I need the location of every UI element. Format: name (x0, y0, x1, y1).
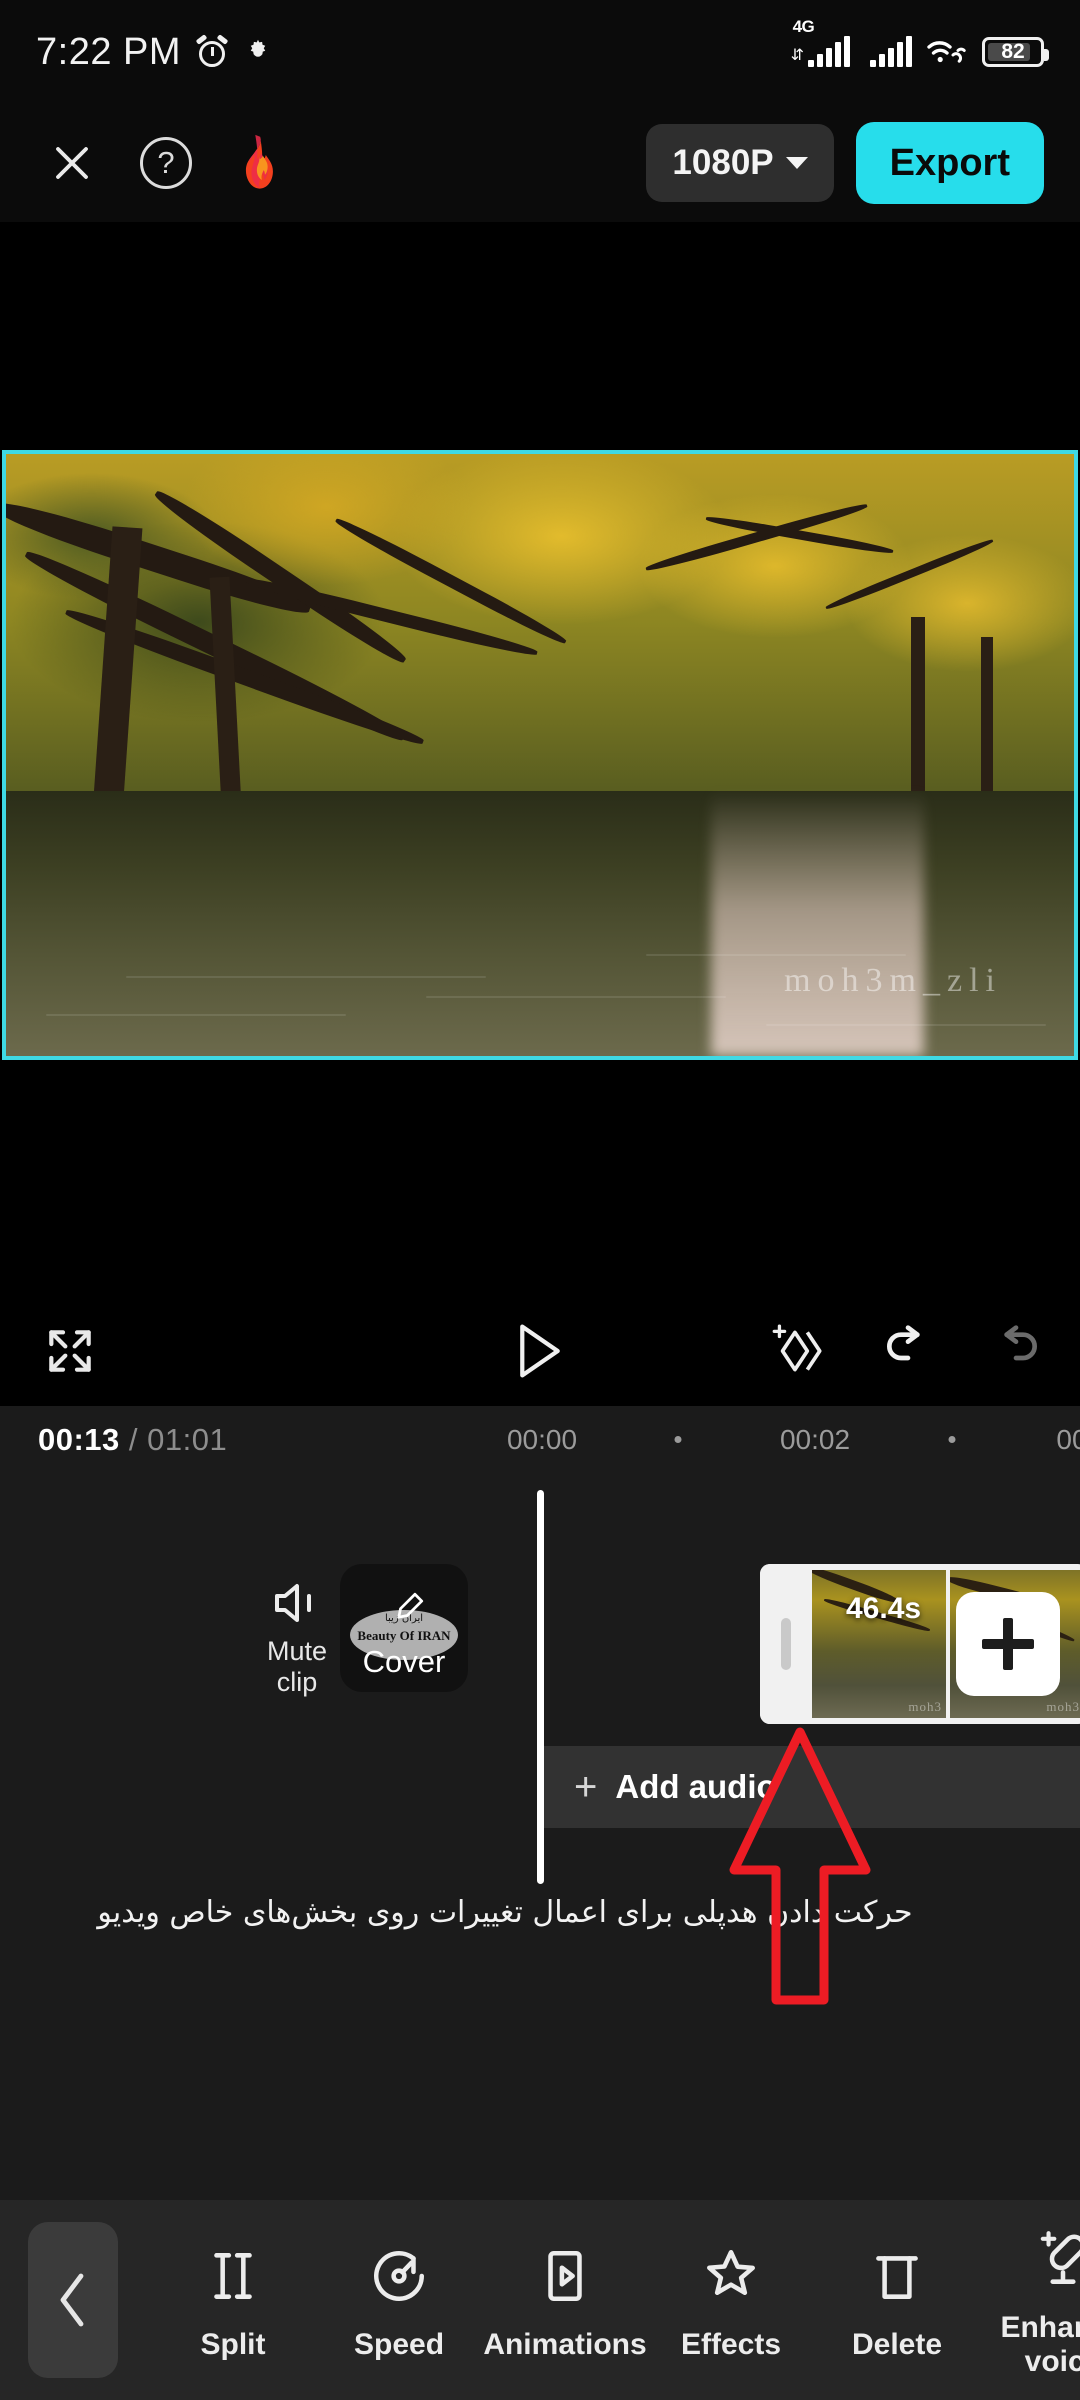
add-clip-button[interactable] (956, 1592, 1060, 1696)
cover-label: Cover (362, 1644, 446, 1679)
fullscreen-icon[interactable] (42, 1323, 98, 1379)
tool-label: Split (200, 2328, 266, 2362)
battery-level-label: 82 (1001, 40, 1025, 63)
plus-icon: + (574, 1765, 598, 1809)
video-clip-track[interactable]: moh3 moh3 moh3 46.4s (760, 1564, 1080, 1724)
data-transfer-icon: ⇵ (790, 47, 804, 64)
clip-trim-handle-left[interactable] (760, 1564, 812, 1724)
tool-label: Animations (483, 2328, 647, 2362)
tool-split[interactable]: Split (150, 2238, 316, 2362)
enhance-voice-icon (1030, 2221, 1080, 2297)
help-icon[interactable]: ? (140, 137, 192, 189)
tool-list: Split Speed Animations Effects Delete En… (150, 2200, 1080, 2400)
hint-arrow-icon (720, 1720, 880, 2010)
preview-stage: moh3m_zli (0, 222, 1080, 1408)
player-controls (0, 1296, 1080, 1406)
video-preview[interactable]: moh3m_zli (2, 450, 1078, 1060)
tool-label: Effects (680, 2328, 782, 2362)
play-icon[interactable] (511, 1320, 569, 1382)
timecode-display: 00:13 / 01:01 (38, 1422, 227, 1458)
ruler-tick-label: 00 (1056, 1424, 1080, 1455)
clip-frame-watermark: moh3 (1046, 1699, 1080, 1714)
split-icon (202, 2238, 264, 2314)
tool-animations[interactable]: Animations (482, 2238, 648, 2362)
ruler-tick-label: 00:00 (506, 1424, 578, 1455)
status-clock: 7:22 PM (36, 30, 182, 73)
timeline-ruler[interactable]: 00:13 / 01:01 00:00 00:02 00 (0, 1406, 1080, 1468)
delete-icon (866, 2238, 928, 2314)
resolution-label: 1080P (672, 143, 774, 182)
ruler-tick-dot (948, 1436, 956, 1443)
playhead[interactable] (537, 1490, 544, 1884)
speaker-icon (271, 1580, 323, 1626)
wifi-icon (926, 36, 968, 68)
total-time: 01:01 (147, 1422, 228, 1457)
clip-duration-label: 46.4s (846, 1592, 922, 1625)
video-watermark: moh3m_zli (784, 962, 1002, 999)
top-toolbar: ? 1080P Export (0, 104, 1080, 222)
tool-label: Speed (353, 2328, 445, 2362)
tool-enhance-voice[interactable]: Enhance voice (980, 2221, 1080, 2378)
add-keyframe-icon[interactable] (766, 1322, 828, 1380)
flame-icon[interactable] (236, 134, 280, 190)
top-toolbar-right: 1080P Export (646, 122, 1080, 204)
status-bar: 7:22 PM 4G ⇵ 82 (0, 0, 1080, 104)
battery-indicator: 82 (982, 37, 1049, 67)
water-reflection (710, 791, 925, 1056)
tool-speed[interactable]: Speed (316, 2238, 482, 2362)
bottom-toolbar: Split Speed Animations Effects Delete En… (0, 2200, 1080, 2400)
ruler-tick-label: 00:02 (779, 1424, 851, 1455)
top-toolbar-left: ? (0, 134, 280, 190)
tool-effects[interactable]: Effects (648, 2238, 814, 2362)
player-controls-right (766, 1322, 1044, 1380)
animations-icon (534, 2238, 596, 2314)
pencil-icon (392, 1590, 426, 1624)
video-canvas: moh3m_zli (6, 454, 1074, 1056)
current-time: 00:13 (38, 1422, 120, 1457)
status-bar-left: 7:22 PM (36, 31, 273, 74)
ruler-tick-dot (674, 1436, 682, 1443)
status-bar-right: 4G ⇵ 82 (790, 17, 1049, 68)
redo-icon[interactable] (988, 1323, 1044, 1379)
close-icon[interactable] (48, 139, 96, 187)
clip-frame-watermark: moh3 (908, 1699, 942, 1714)
network-type-label: 4G (792, 17, 815, 36)
time-separator: / (119, 1422, 148, 1457)
timeline-panel: 00:13 / 01:01 00:00 00:02 00 Mute clip ای… (0, 1406, 1080, 2216)
back-button[interactable] (28, 2222, 118, 2378)
speed-icon (368, 2238, 430, 2314)
gear-icon (243, 37, 273, 67)
alarm-icon (195, 34, 229, 69)
cover-badge-en: Beauty Of IRAN (357, 1628, 451, 1643)
mute-clip-label: Mute clip (266, 1636, 328, 1698)
undo-icon[interactable] (880, 1323, 936, 1379)
export-button[interactable]: Export (855, 122, 1044, 204)
cover-button[interactable]: ایران زیبا Beauty Of IRAN Cover (340, 1564, 468, 1692)
cellular-signal-icon: 4G ⇵ (790, 17, 912, 67)
chevron-left-icon (51, 2270, 95, 2330)
effects-icon (700, 2238, 762, 2314)
tool-label: Delete (851, 2328, 943, 2362)
chevron-down-icon (785, 157, 808, 169)
resolution-selector[interactable]: 1080P (646, 124, 834, 202)
tool-label: Enhance voice (1000, 2311, 1080, 2378)
tool-delete[interactable]: Delete (814, 2238, 980, 2362)
